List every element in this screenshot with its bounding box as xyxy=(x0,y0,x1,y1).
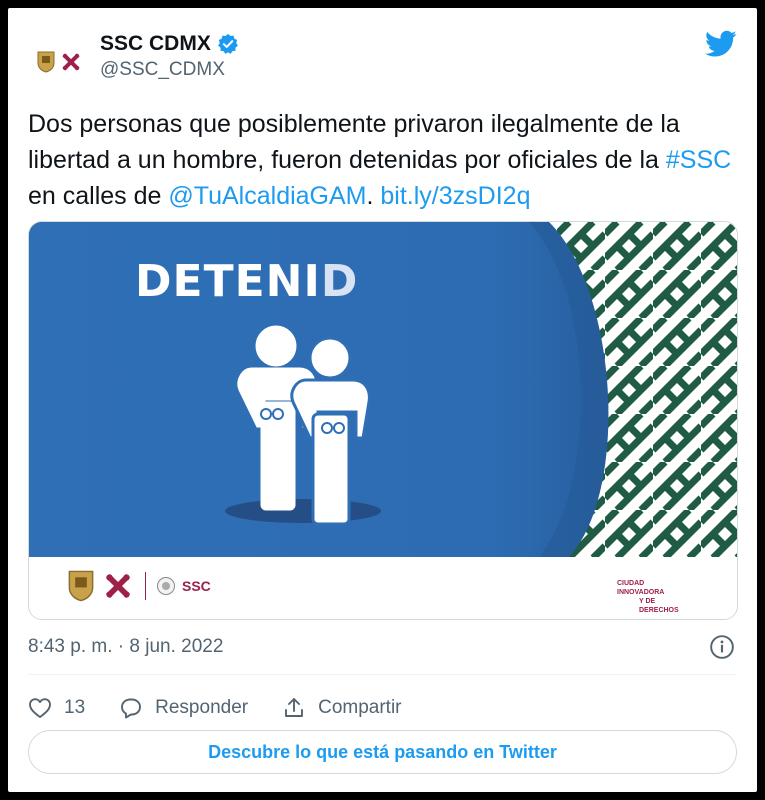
tweet-text-segment: Dos personas que posiblemente privaron i… xyxy=(28,110,680,174)
tweet-text-segment: . xyxy=(366,182,381,210)
cdmx-shield-icon xyxy=(68,570,94,602)
ssc-label: SSC xyxy=(182,578,211,594)
tweet-actions: 13 Responder Compartir xyxy=(28,696,436,720)
tweet-card: SSC CDMX @SSC_CDMX Dos personas que posi… xyxy=(8,8,757,792)
city-tagline: CIUDAD INNOVADORA Y DE DERECHOS xyxy=(617,579,693,615)
divider xyxy=(28,674,737,675)
share-icon xyxy=(285,698,304,717)
tweet-text-segment: en calles de xyxy=(28,182,169,210)
verified-badge-icon xyxy=(217,33,238,54)
tweet-media[interactable]: DETENID SSC CIUDAD INNOVADORA Y DE DEREC… xyxy=(28,221,738,620)
share-button[interactable]: Compartir xyxy=(282,696,402,720)
city-tagline-line2: Y DE DERECHOS xyxy=(639,598,679,614)
tweet-link[interactable]: @TuAlcaldiaGAM xyxy=(168,182,366,210)
media-headline-main: DETENI xyxy=(135,256,321,307)
logo-divider xyxy=(145,572,146,600)
heart-icon xyxy=(29,698,51,718)
reply-button[interactable]: Responder xyxy=(119,696,248,720)
info-icon[interactable] xyxy=(709,634,735,660)
city-tagline-line1: CIUDAD INNOVADORA xyxy=(617,580,665,596)
tweet-link[interactable]: #SSC xyxy=(666,146,731,174)
twitter-logo-icon[interactable] xyxy=(705,30,737,58)
author-name-row[interactable]: SSC CDMX xyxy=(100,32,239,56)
cdmx-emblem-icon xyxy=(62,53,80,71)
tweet-text: Dos personas que posiblemente privaron i… xyxy=(28,106,743,214)
author-avatar[interactable] xyxy=(28,30,92,94)
media-footer: SSC CIUDAD INNOVADORA Y DE DERECHOS xyxy=(29,557,737,619)
tweet-link[interactable]: bit.ly/3zsDI2q xyxy=(380,182,530,210)
media-headline: DETENID xyxy=(135,256,358,307)
author-name[interactable]: SSC CDMX xyxy=(100,32,211,56)
share-label: Compartir xyxy=(318,697,402,718)
media-footer-logos: SSC xyxy=(67,569,211,603)
media-headline-faded: D xyxy=(320,256,359,307)
like-count: 13 xyxy=(64,697,86,718)
ssc-seal-icon xyxy=(157,577,175,595)
like-button[interactable]: 13 xyxy=(28,697,85,719)
cdmx-emblem-icon xyxy=(105,573,131,599)
discover-twitter-button[interactable]: Descubre lo que está pasando en Twitter xyxy=(28,730,737,774)
cdmx-shield-icon xyxy=(37,51,55,73)
author-handle[interactable]: @SSC_CDMX xyxy=(100,59,225,81)
reply-label: Responder xyxy=(155,697,249,718)
reply-bubble-icon xyxy=(121,698,142,719)
tweet-timestamp[interactable]: 8:43 p. m. · 8 jun. 2022 xyxy=(28,636,223,658)
